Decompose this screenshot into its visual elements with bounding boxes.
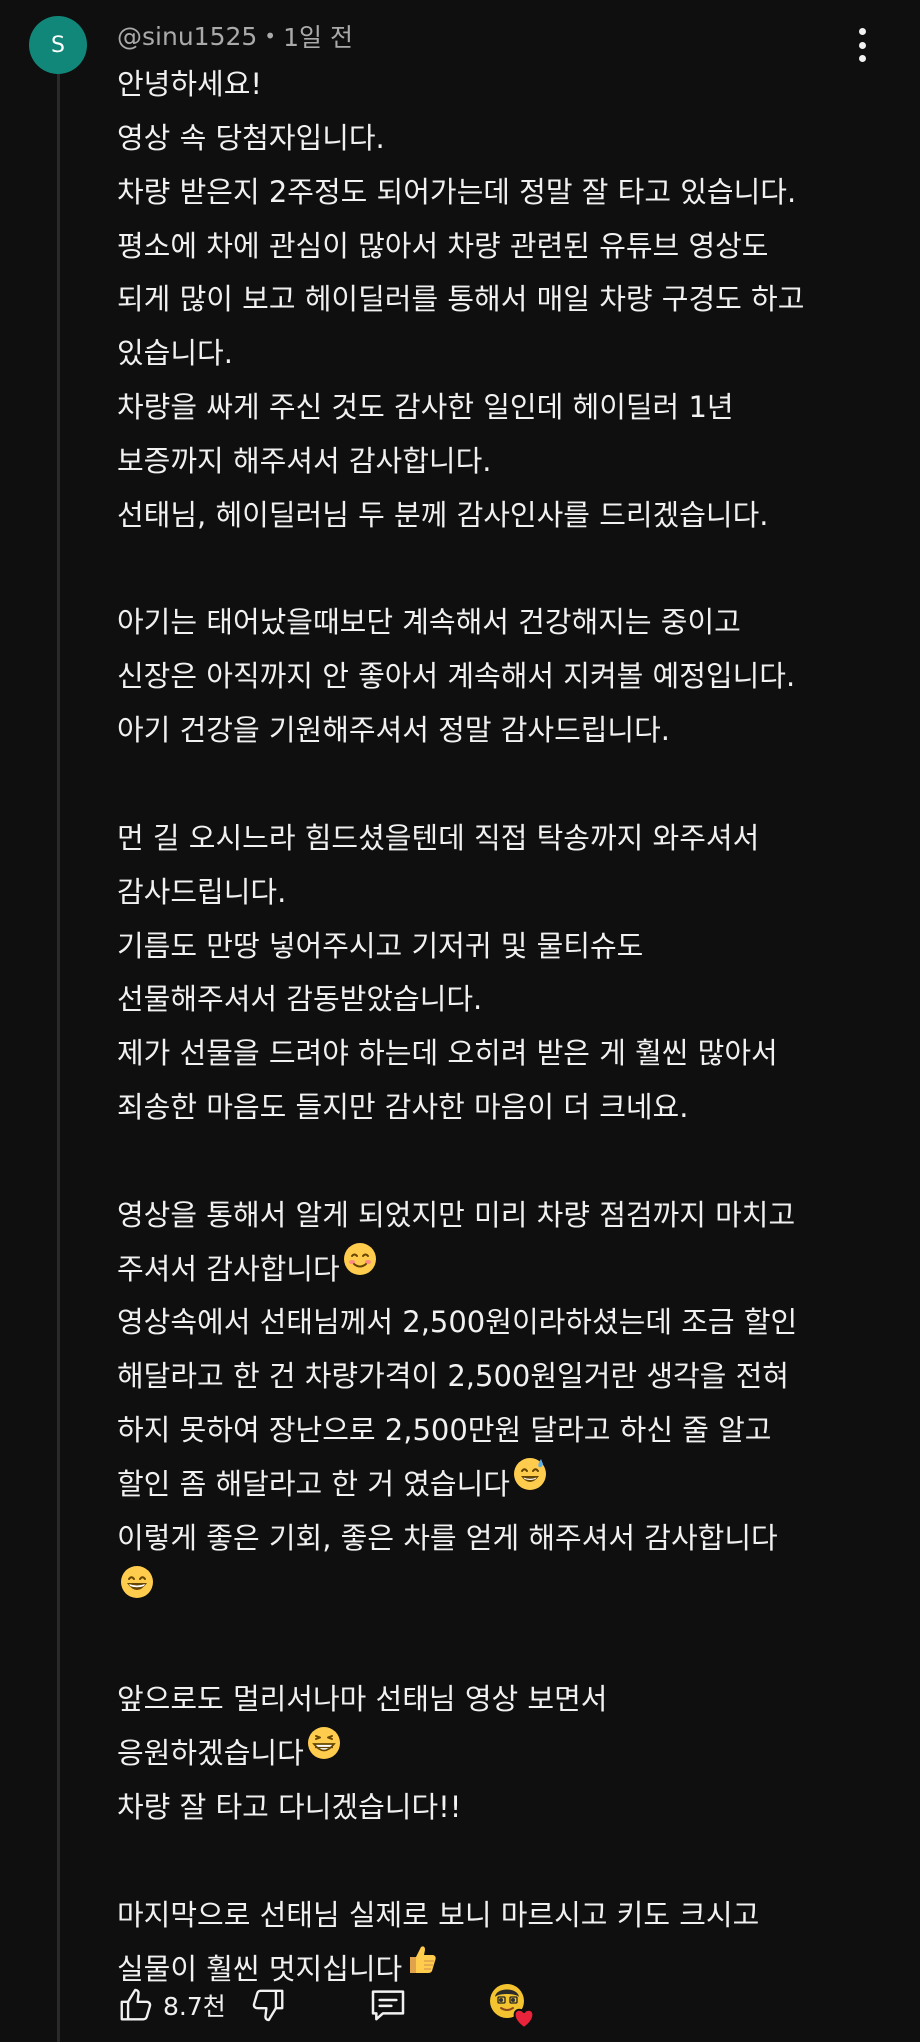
comment-line: 마지막으로 선태님 실제로 보니 마르시고 키도 크시고 bbox=[117, 1889, 907, 1943]
thread-line bbox=[57, 74, 60, 2042]
comment-line bbox=[117, 758, 907, 812]
avatar-letter: S bbox=[51, 32, 65, 58]
comment-line bbox=[117, 543, 907, 597]
comment-line: 영상속에서 선태님께서 2,500원이라하셨는데 조금 할인 bbox=[117, 1296, 907, 1350]
comment-line-text: 차량을 싸게 주신 것도 감사한 일인데 헤이딜러 1년 bbox=[117, 390, 734, 425]
comment-line: 죄송한 마음도 들지만 감사한 마음이 더 크네요. bbox=[117, 1081, 907, 1135]
comment-line bbox=[117, 1619, 907, 1673]
comment-line: 앞으로도 멀리서나마 선태님 영상 보면서 bbox=[117, 1673, 907, 1727]
comment-line: 선물해주셔서 감동받았습니다. bbox=[117, 973, 907, 1027]
comment-icon bbox=[371, 1990, 405, 2021]
comment-line-text: 아기 건강을 기원해주셔서 정말 감사드립니다. bbox=[117, 713, 671, 748]
comment-line: 할인 좀 해달라고 한 거 였습니다 bbox=[117, 1458, 907, 1512]
comment-line: 제가 선물을 드려야 하는데 오히려 받은 게 훨씬 많아서 bbox=[117, 1027, 907, 1081]
comment-line-text: 이렇게 좋은 기회, 좋은 차를 얻게 해주셔서 감사합니다 bbox=[117, 1520, 778, 1555]
comment-line-text: 차량 잘 타고 다니겠습니다!! bbox=[117, 1790, 462, 1824]
comment-line-text: 감사드립니다. bbox=[117, 874, 287, 909]
comment-line-text: 응원하겠습니다 bbox=[117, 1736, 304, 1771]
comment-line-text: 있습니다. bbox=[117, 336, 233, 371]
comment-line: 감사드립니다. bbox=[117, 866, 907, 920]
comment-line-text: 되게 많이 보고 헤이딜러를 통해서 매일 차량 구경도 하고 bbox=[117, 282, 805, 317]
sweat-smile-face-emoji-icon bbox=[512, 1456, 548, 1510]
comment-line-text: 해달라고 한 건 차량가격이 2,500원일거란 생각을 전혀 bbox=[117, 1359, 789, 1394]
comment-text: 안녕하세요! 영상 속 당첨자입니다. 차량 받은지 2주정도 되어가는데 정말 잘… bbox=[117, 58, 907, 1996]
creator-heart-icon bbox=[490, 1984, 535, 2030]
comment-line-text: 죄송한 마음도 들지만 감사한 마음이 더 크네요. bbox=[117, 1090, 689, 1125]
comment-line: 먼 길 오시느라 힘드셨을텐데 직접 탁송까지 와주셔서 bbox=[117, 812, 907, 866]
creator-heart-badge bbox=[486, 1980, 540, 2030]
author-name[interactable]: @sinu1525 bbox=[117, 22, 257, 51]
comment-line-text: 주셔서 감사합니다 bbox=[117, 1251, 340, 1286]
comment-line-text: 선태님, 헤이딜러님 두 분께 감사인사를 드리겠습니다. bbox=[117, 497, 769, 532]
comment-line-text: 먼 길 오시느라 힘드셨을텐데 직접 탁송까지 와주셔서 bbox=[117, 820, 760, 855]
comment-header: @sinu1525 • 1일 전 bbox=[117, 18, 353, 54]
thumbs-up-outline-icon bbox=[120, 1988, 152, 2021]
smiling-face-emoji-icon bbox=[342, 1241, 378, 1295]
comment-line: 차량 잘 타고 다니겠습니다!! bbox=[117, 1781, 907, 1835]
more-options-icon[interactable] bbox=[854, 28, 870, 62]
comment-line-text: 아기는 태어났을때보단 계속해서 건강해지는 중이고 bbox=[117, 605, 741, 640]
comment-line bbox=[117, 1835, 907, 1889]
comment-line: 영상을 통해서 알게 되었지만 미리 차량 점검까지 마치고 bbox=[117, 1189, 907, 1243]
comment-line: 주셔서 감사합니다 bbox=[117, 1241, 907, 1297]
comment-line-text: 마지막으로 선태님 실제로 보니 마르시고 키도 크시고 bbox=[117, 1897, 760, 1932]
comment-line: 되게 많이 보고 헤이딜러를 통해서 매일 차량 구경도 하고 bbox=[117, 273, 907, 327]
comment-line: 응원하겠습니다 bbox=[117, 1727, 907, 1781]
comment-line: 신장은 아직까지 안 좋아서 계속해서 지켜볼 예정입니다. bbox=[117, 650, 907, 704]
comment-line-text: 신장은 아직까지 안 좋아서 계속해서 지켜볼 예정입니다. bbox=[117, 659, 796, 694]
comment-line-text: 보증까지 해주셔서 감사합니다. bbox=[117, 443, 492, 478]
comment-line: 있습니다. bbox=[117, 327, 907, 381]
dislike-button[interactable] bbox=[249, 1980, 287, 2030]
comment-line bbox=[117, 1564, 907, 1620]
comment-line-text: 영상 속 당첨자입니다. bbox=[117, 120, 385, 155]
comment-line-text: 안녕하세요! bbox=[117, 67, 263, 101]
comment-line: 보증까지 해주셔서 감사합니다. bbox=[117, 435, 907, 489]
comment-line-text: 제가 선물을 드려야 하는데 오히려 받은 게 훨씬 많아서 bbox=[117, 1036, 778, 1071]
beaming-face-emoji-icon bbox=[306, 1725, 342, 1779]
timestamp[interactable]: 1일 전 bbox=[283, 18, 353, 54]
comment-line-text: 기름도 만땅 넣어주시고 기저귀 및 물티슈도 bbox=[117, 928, 644, 963]
like-button[interactable]: 8.7천 bbox=[117, 1980, 226, 2030]
comment-line: 차량을 싸게 주신 것도 감사한 일인데 헤이딜러 1년 bbox=[117, 381, 907, 435]
comment-line: 기름도 만땅 넣어주시고 기저귀 및 물티슈도 bbox=[117, 920, 907, 974]
comment-line: 아기 건강을 기원해주셔서 정말 감사드립니다. bbox=[117, 704, 907, 758]
comment-line: 해달라고 한 건 차량가격이 2,500원일거란 생각을 전혀 bbox=[117, 1350, 907, 1404]
comment-line: 이렇게 좋은 기회, 좋은 차를 얻게 해주셔서 감사합니다 bbox=[117, 1512, 907, 1566]
grinning-face-emoji-icon bbox=[119, 1564, 155, 1618]
comment-line-text: 영상속에서 선태님께서 2,500원이라하셨는데 조금 할인 bbox=[117, 1305, 798, 1340]
comment-line-text: 하지 못하여 장난으로 2,500만원 달라고 하신 줄 알고 bbox=[117, 1413, 772, 1448]
comment-line bbox=[117, 1135, 907, 1189]
comment-line: 선태님, 헤이딜러님 두 분께 감사인사를 드리겠습니다. bbox=[117, 489, 907, 543]
comment-line-text: 할인 좀 해달라고 한 거 였습니다 bbox=[117, 1466, 510, 1501]
thumbs-down-outline-icon bbox=[252, 1989, 284, 2022]
comment-line: 안녕하세요! bbox=[117, 58, 907, 112]
comment-line: 차량 받은지 2주정도 되어가는데 정말 잘 타고 있습니다. bbox=[117, 166, 907, 220]
comment-line: 하지 못하여 장난으로 2,500만원 달라고 하신 줄 알고 bbox=[117, 1404, 907, 1458]
comment-line: 영상 속 당첨자입니다. bbox=[117, 112, 907, 166]
comment-line-text: 평소에 차에 관심이 많아서 차량 관련된 유튜브 영상도 bbox=[117, 228, 769, 263]
comment-line-text: 차량 받은지 2주정도 되어가는데 정말 잘 타고 있습니다. bbox=[117, 174, 797, 209]
comment-line-text: 선물해주셔서 감동받았습니다. bbox=[117, 982, 483, 1017]
reply-button[interactable] bbox=[368, 1980, 408, 2030]
separator-dot: • bbox=[264, 24, 277, 48]
comment-line-text: 앞으로도 멀리서나마 선태님 영상 보면서 bbox=[117, 1682, 608, 1717]
like-count: 8.7천 bbox=[163, 1992, 226, 2021]
comment-line-text: 영상을 통해서 알게 되었지만 미리 차량 점검까지 마치고 bbox=[117, 1197, 796, 1232]
avatar[interactable]: S bbox=[29, 16, 87, 74]
action-bar: 8.7천 bbox=[117, 1980, 917, 2030]
comment-line: 아기는 태어났을때보단 계속해서 건강해지는 중이고 bbox=[117, 596, 907, 650]
comment-line: 평소에 차에 관심이 많아서 차량 관련된 유튜브 영상도 bbox=[117, 220, 907, 274]
